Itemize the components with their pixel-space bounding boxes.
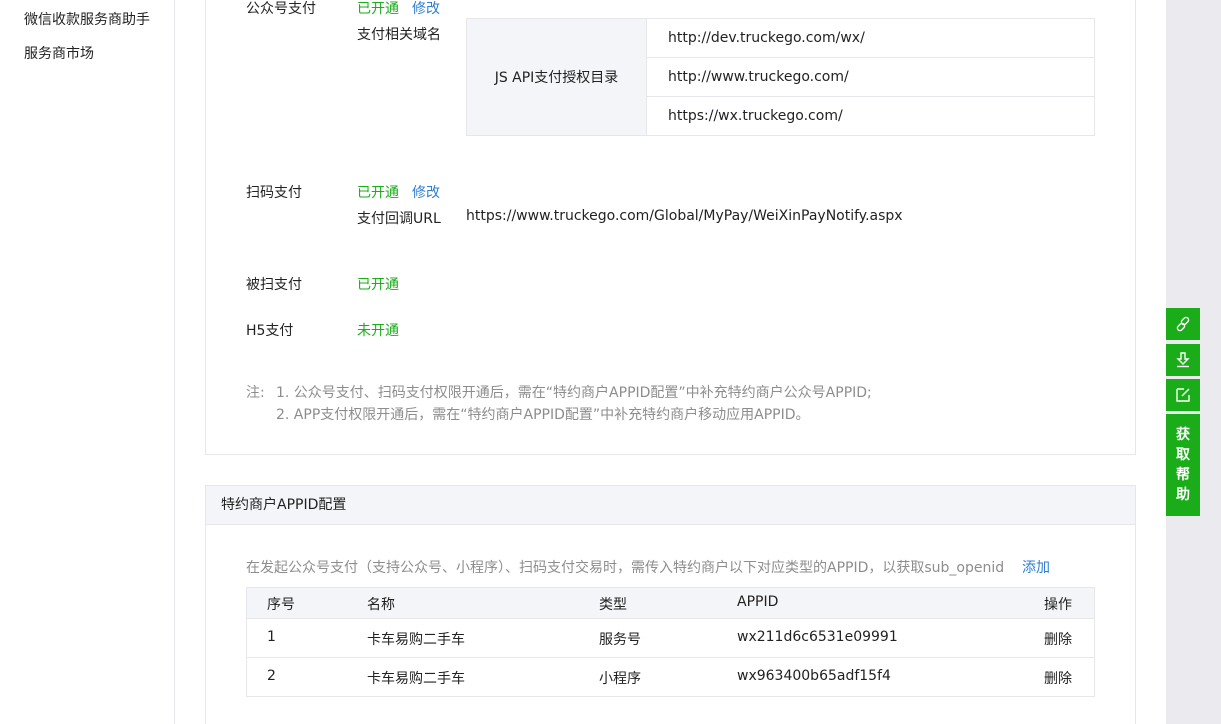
column-header-appid: APPID bbox=[737, 594, 779, 610]
h5-pay-status: 未开通 bbox=[357, 323, 399, 339]
help-char: 帮 bbox=[1176, 467, 1190, 483]
jsapi-domain-row: http://dev.truckego.com/wx/ bbox=[647, 19, 1094, 58]
link-icon bbox=[1176, 316, 1190, 332]
callback-url-label: 支付回调URL bbox=[357, 211, 441, 227]
get-help-button[interactable]: 获 取 帮 助 bbox=[1166, 414, 1200, 516]
sidebar-item-service-market[interactable]: 服务商市场 bbox=[24, 43, 94, 63]
edit-button[interactable] bbox=[1166, 379, 1200, 411]
jsapi-domain-table: JS API支付授权目录 http://dev.truckego.com/wx/… bbox=[466, 18, 1095, 136]
column-header-type: 类型 bbox=[599, 597, 627, 613]
row-name: 卡车易购二手车 bbox=[367, 632, 465, 648]
notes-line-2: 2. APP支付权限开通后，需在“特约商户APPID配置”中补充特约商户移动应用… bbox=[276, 407, 810, 423]
row-appid: wx963400b65adf15f4 bbox=[737, 668, 891, 684]
add-appid-link[interactable]: 添加 bbox=[1022, 557, 1050, 577]
row-type: 小程序 bbox=[599, 671, 641, 687]
edit-icon bbox=[1176, 388, 1190, 402]
row-appid: wx211d6c6531e09991 bbox=[737, 629, 898, 645]
h5-pay-label: H5支付 bbox=[246, 323, 294, 339]
jsapi-directory-label: JS API支付授权目录 bbox=[467, 19, 647, 135]
micropay-label: 被扫支付 bbox=[246, 277, 302, 293]
download-button[interactable] bbox=[1166, 344, 1200, 376]
help-char: 助 bbox=[1176, 487, 1190, 503]
scan-pay-status: 已开通 bbox=[357, 185, 399, 201]
official-account-pay-modify-link[interactable]: 修改 bbox=[412, 0, 440, 18]
appid-table-header: 序号 名称 类型 APPID 操作 bbox=[247, 588, 1094, 619]
micropay-status: 已开通 bbox=[357, 277, 399, 293]
scan-pay-modify-link[interactable]: 修改 bbox=[412, 182, 440, 202]
table-row: 2 卡车易购二手车 小程序 wx963400b65adf15f4 删除 bbox=[247, 658, 1094, 697]
scan-pay-label: 扫码支付 bbox=[246, 185, 302, 201]
column-header-name: 名称 bbox=[367, 597, 395, 613]
delete-row-button[interactable]: 删除 bbox=[1044, 668, 1072, 688]
row-index: 2 bbox=[267, 668, 276, 684]
row-name: 卡车易购二手车 bbox=[367, 671, 465, 687]
row-type: 服务号 bbox=[599, 632, 641, 648]
callback-url-value: https://www.truckego.com/Global/MyPay/We… bbox=[466, 208, 903, 224]
appid-table: 序号 名称 类型 APPID 操作 1 卡车易购二手车 服务号 wx211d6c… bbox=[246, 587, 1095, 697]
jsapi-domain-row: http://www.truckego.com/ bbox=[647, 58, 1094, 97]
appid-config-description: 在发起公众号支付（支持公众号、小程序）、扫码支付交易时，需传入特约商户以下对应类… bbox=[246, 560, 1005, 576]
row-index: 1 bbox=[267, 629, 276, 645]
table-row: 1 卡车易购二手车 服务号 wx211d6c6531e09991 删除 bbox=[247, 619, 1094, 658]
appid-config-title: 特约商户APPID配置 bbox=[206, 486, 1135, 525]
column-header-action: 操作 bbox=[1044, 597, 1072, 613]
link-button[interactable] bbox=[1166, 308, 1200, 340]
sidebar: 微信收款服务商助手 服务商市场 bbox=[0, 0, 175, 724]
notes-line-1: 1. 公众号支付、扫码支付权限开通后，需在“特约商户APPID配置”中补充特约商… bbox=[276, 385, 872, 401]
jsapi-domain-row: https://wx.truckego.com/ bbox=[668, 108, 843, 124]
help-char: 取 bbox=[1176, 447, 1190, 463]
delete-row-button[interactable]: 删除 bbox=[1044, 629, 1072, 649]
sidebar-item-service-assistant[interactable]: 微信收款服务商助手 bbox=[24, 9, 150, 29]
official-account-pay-label: 公众号支付 bbox=[246, 1, 316, 17]
notes-prefix: 注: bbox=[246, 385, 265, 401]
help-char: 获 bbox=[1176, 427, 1190, 443]
column-header-index: 序号 bbox=[267, 597, 295, 613]
download-icon bbox=[1176, 352, 1190, 368]
pay-domain-label: 支付相关域名 bbox=[357, 27, 441, 43]
official-account-pay-status: 已开通 bbox=[357, 1, 399, 17]
